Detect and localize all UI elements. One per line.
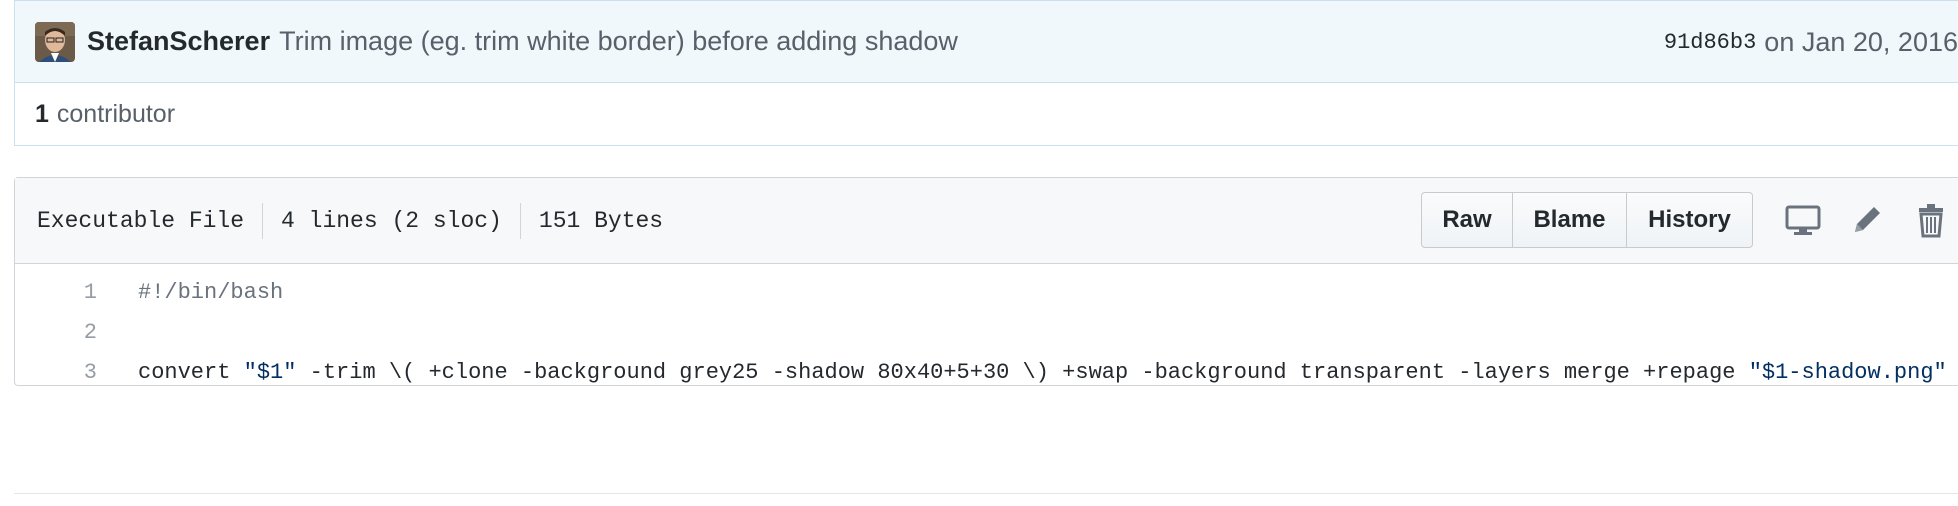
footer-divider — [14, 493, 1958, 494]
line-number[interactable]: 2 — [15, 320, 97, 345]
commit-date-prefix: on — [1764, 26, 1795, 57]
commit-message-link[interactable]: Trim image (eg. trim white border) befor… — [279, 26, 958, 57]
line-number[interactable]: 1 — [15, 280, 97, 305]
commit-sha-link[interactable]: 91d86b3 — [1664, 30, 1756, 55]
file-mode: Executable File — [37, 207, 245, 234]
file-line-count: 4 lines (2 sloc) — [281, 207, 502, 234]
file-info-divider — [519, 202, 521, 239]
desktop-icon[interactable] — [1783, 200, 1823, 240]
line-number[interactable]: 3 — [15, 360, 97, 385]
code-token: convert — [138, 359, 244, 385]
commit-author-link[interactable]: StefanScherer — [87, 26, 270, 57]
code-line: 3 convert "$1" -trim \( +clone -backgrou… — [15, 352, 1958, 392]
file-header: Executable File 4 lines (2 sloc) 151 Byt… — [15, 178, 1958, 264]
trash-icon[interactable] — [1911, 200, 1951, 240]
author-avatar[interactable] — [35, 21, 75, 62]
code-string: "$1 — [1748, 359, 1789, 385]
file-info-divider — [262, 202, 264, 239]
line-code: #!/bin/bash — [138, 279, 284, 305]
code-line: 2 — [15, 312, 1958, 352]
file-actions-group: Raw Blame History — [1421, 192, 1753, 248]
history-button[interactable]: History — [1627, 192, 1753, 248]
latest-commit-bar: StefanScherer Trim image (eg. trim white… — [15, 1, 1958, 83]
blame-button[interactable]: Blame — [1513, 192, 1627, 248]
pencil-icon[interactable] — [1847, 200, 1887, 240]
avatar-image-icon — [35, 21, 75, 62]
code-string: -shadow.png" — [1788, 359, 1947, 385]
raw-button[interactable]: Raw — [1421, 192, 1513, 248]
file-size: 151 Bytes — [538, 207, 664, 234]
line-code: convert "$1" -trim \( +clone -background… — [138, 360, 1947, 385]
file-viewer: Executable File 4 lines (2 sloc) 151 Byt… — [14, 177, 1958, 386]
commit-meta: 91d86b3 on Jan 20, 2016 — [1664, 1, 1958, 83]
commit-tease: StefanScherer Trim image (eg. trim white… — [14, 0, 1958, 146]
contributors-summary[interactable]: 1 contributor — [15, 83, 1958, 145]
contributor-count: 1 — [35, 99, 49, 128]
code-line: 1 #!/bin/bash — [15, 272, 1958, 312]
commit-date: Jan 20, 2016 — [1801, 26, 1958, 57]
contributor-label: contributor — [56, 99, 176, 128]
code-blob: 1 #!/bin/bash 2 3 convert "$1" -trim \( … — [15, 264, 1958, 392]
code-string: "$1" — [243, 359, 297, 385]
code-token: -trim \( +clone -background grey25 -shad… — [296, 359, 1749, 385]
